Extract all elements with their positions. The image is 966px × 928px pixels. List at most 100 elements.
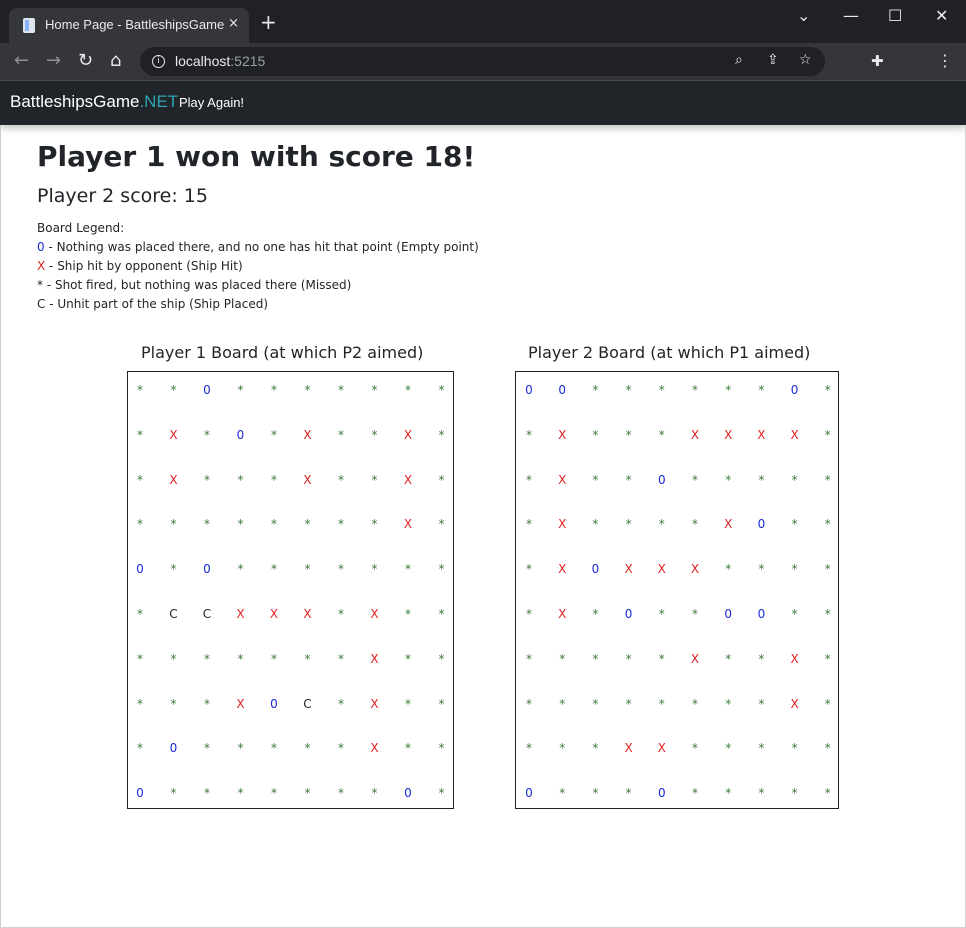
bookmark-star-icon[interactable]: ☆ <box>799 52 812 68</box>
board-cell-miss: * <box>405 383 411 397</box>
board-cell-miss: * <box>725 651 732 666</box>
board-cell-miss: * <box>271 383 277 397</box>
board-cell-miss: * <box>725 472 732 487</box>
browser-tab[interactable]: Home Page - BattleshipsGameDc × <box>9 8 249 43</box>
legend-symbol-empty: 0 <box>37 240 45 254</box>
board-cell-miss: * <box>824 607 831 621</box>
board-cell-hit: X <box>169 472 178 487</box>
board-cell-miss: * <box>438 651 445 666</box>
board-cell-miss: * <box>791 562 798 577</box>
board-cell-empty: 0 <box>525 383 533 397</box>
board-cell-miss: * <box>271 427 277 442</box>
board-cell-empty: 0 <box>657 472 666 487</box>
site-info-icon[interactable]: i <box>152 55 165 68</box>
board-cell-hit: X <box>236 696 245 711</box>
board-cell-miss: * <box>824 517 831 532</box>
board-cell-miss: * <box>625 383 632 397</box>
maximize-button[interactable]: ☐ <box>888 6 902 25</box>
board-cell-miss: * <box>692 472 698 487</box>
home-icon[interactable]: ⌂ <box>110 51 121 71</box>
board-cell-hit: X <box>757 427 766 442</box>
board-cell-miss: * <box>304 517 311 532</box>
board-cell-empty: 0 <box>136 786 144 801</box>
board-cell-miss: * <box>338 651 344 666</box>
back-arrow-icon[interactable]: ← <box>14 51 29 71</box>
page-favicon-icon <box>23 18 35 33</box>
board-cell-placed: C <box>202 607 212 621</box>
board-cell-hit: X <box>790 427 799 442</box>
browser-tab-bar: Home Page - BattleshipsGameDc × + ⌄ — ☐ … <box>0 0 966 43</box>
legend-item-miss: * - Shot fired, but nothing was placed t… <box>37 276 479 295</box>
tab-search-icon[interactable]: ⌄ <box>797 6 810 25</box>
board-cell-miss: * <box>304 651 311 666</box>
board-cell-miss: * <box>758 696 765 711</box>
board-cell-miss: * <box>725 786 732 801</box>
player1-board: * * 0 * * * * * * * * X * 0 * X * * X * * X * * * X * * X * * * * * * * * * X *… <box>127 371 454 809</box>
board-cell-miss: * <box>137 741 143 756</box>
board-cell-miss: * <box>170 562 177 577</box>
board-cell-miss: * <box>526 651 532 666</box>
board-cell-miss: * <box>658 607 665 621</box>
board-cell-miss: * <box>526 562 532 577</box>
board-cell-miss: * <box>692 741 698 756</box>
board-cell-miss: * <box>371 427 378 442</box>
play-again-link[interactable]: Play Again! <box>179 95 244 110</box>
board-cell-miss: * <box>559 651 566 666</box>
site-navbar: BattleshipsGame.NET Play Again! <box>0 81 966 125</box>
board-cell-empty: 0 <box>657 786 666 801</box>
loser-score-heading: Player 2 score: 15 <box>37 185 208 207</box>
board-cell-miss: * <box>237 472 244 487</box>
winner-heading: Player 1 won with score 18! <box>37 140 476 173</box>
board-cell-miss: * <box>625 786 632 801</box>
reload-icon[interactable]: ↻ <box>78 51 93 71</box>
board-cell-miss: * <box>758 741 765 756</box>
board-cell-hit: X <box>790 696 799 711</box>
board-cell-hit: X <box>558 427 567 442</box>
board-cell-miss: * <box>338 741 344 756</box>
board-cell-hit: X <box>558 472 567 487</box>
browser-menu-icon[interactable]: ⋮ <box>937 51 953 70</box>
board-cell-miss: * <box>438 741 445 756</box>
url-host: localhost <box>175 53 231 69</box>
board-cell-miss: * <box>725 696 732 711</box>
board-cell-miss: * <box>204 472 210 487</box>
share-icon[interactable]: ⇪ <box>767 52 779 68</box>
board-cell-hit: X <box>724 427 733 442</box>
board-cell-miss: * <box>137 517 143 532</box>
new-tab-button[interactable]: + <box>260 12 277 32</box>
forward-arrow-icon[interactable]: → <box>46 51 61 71</box>
board-cell-hit: X <box>690 427 700 442</box>
extensions-puzzle-icon[interactable]: ✚ <box>871 52 884 70</box>
board-cell-miss: * <box>559 696 566 711</box>
board-cell-miss: * <box>658 517 665 532</box>
board-cell-miss: * <box>204 427 210 442</box>
board-cell-miss: * <box>405 651 411 666</box>
board-cell-miss: * <box>338 383 344 397</box>
board-cell-hit: X <box>303 607 312 621</box>
minimize-button[interactable]: — <box>843 6 859 25</box>
board-cell-hit: X <box>657 741 666 756</box>
address-bar[interactable]: i localhost:5215 ⌕ ⇪ ☆ <box>140 47 825 76</box>
board-cell-miss: * <box>170 696 177 711</box>
board-cell-miss: * <box>438 562 445 577</box>
board-cell-miss: * <box>237 562 244 577</box>
board-cell-miss: * <box>304 562 311 577</box>
board-cell-placed: C <box>169 607 178 621</box>
board-legend: Board Legend: 0 - Nothing was placed the… <box>37 219 479 314</box>
board-cell-miss: * <box>559 741 566 756</box>
player2-board: 0 0 * * * * * * 0 * * X * * * X X X X * * X * * 0 * * * * * * X * * * * X 0 * *… <box>515 371 839 809</box>
board-cell-miss: * <box>526 607 532 621</box>
tab-close-icon[interactable]: × <box>228 16 239 31</box>
board-cell-miss: * <box>658 651 665 666</box>
player1-board-title: Player 1 Board (at which P2 aimed) <box>141 343 424 362</box>
board-cell-miss: * <box>791 517 798 532</box>
brand-link[interactable]: BattleshipsGame.NET <box>10 92 178 112</box>
zoom-icon[interactable]: ⌕ <box>735 52 743 68</box>
brand-accent: .NET <box>139 92 179 111</box>
board-cell-miss: * <box>592 472 599 487</box>
board-cell-miss: * <box>791 741 798 756</box>
board-cell-miss: * <box>758 651 765 666</box>
board-cell-hit: X <box>657 562 666 577</box>
board-cell-miss: * <box>271 517 277 532</box>
close-window-button[interactable]: ✕ <box>935 6 948 25</box>
